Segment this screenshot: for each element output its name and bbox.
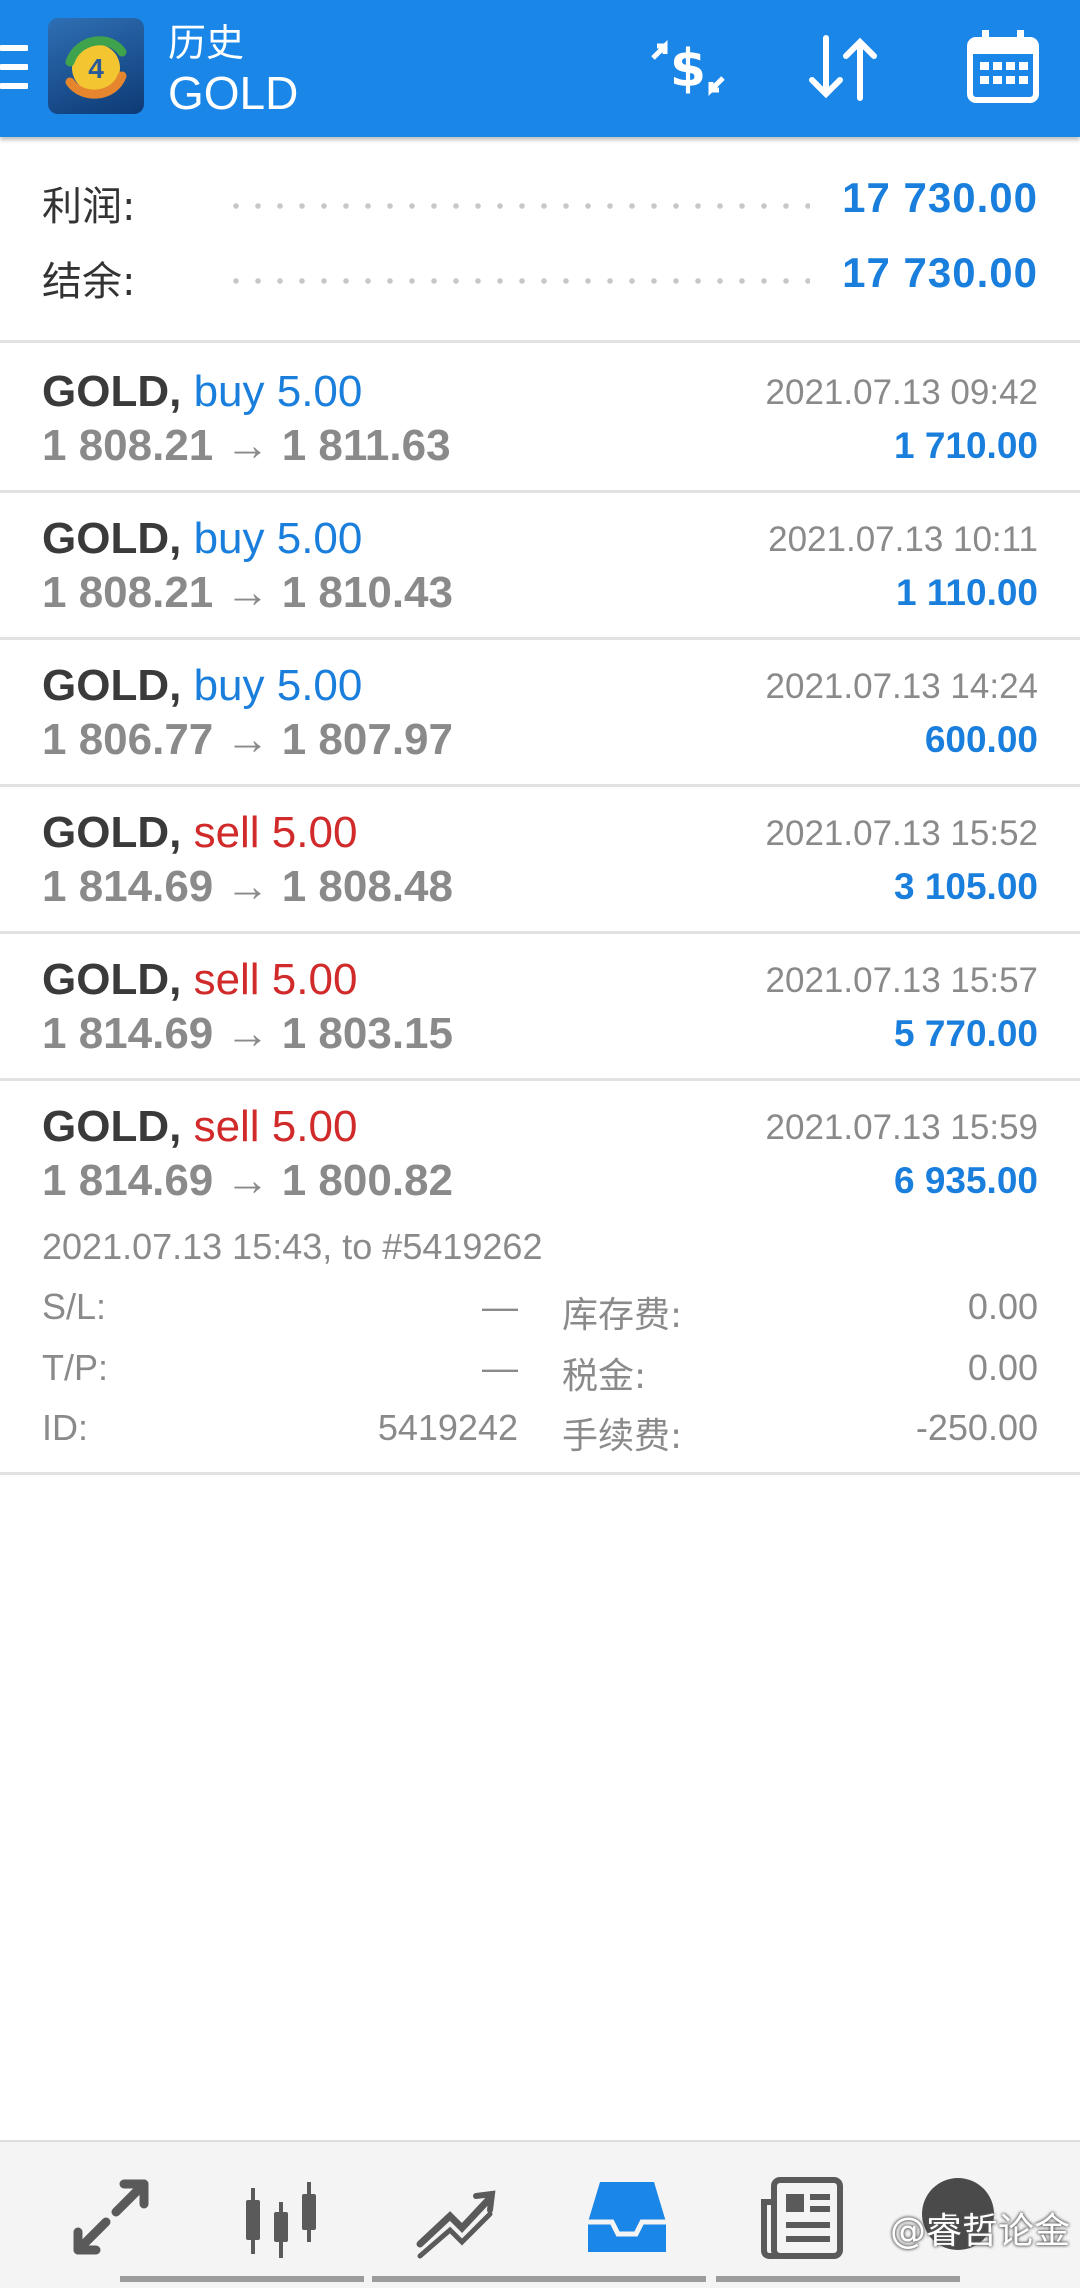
nav-indicator [120, 2276, 364, 2282]
deal-prices: 1 808.21 → 1 811.63 [42, 421, 451, 470]
tax-value: 0.00 [967, 1347, 1038, 1388]
nav-indicator [716, 2276, 960, 2282]
deal-time: 2021.07.13 14:24 [765, 667, 1038, 706]
deal-symbol: GOLD, [42, 955, 182, 1004]
trade-icon[interactable] [410, 2172, 500, 2262]
deal-profit: 5 770.00 [893, 1013, 1038, 1054]
deal-row[interactable]: GOLD, sell 5.00 1 814.69 → 1 803.15 2021… [0, 931, 1080, 1081]
deal-symbol: GOLD, [42, 808, 182, 857]
chart-icon[interactable] [236, 2172, 326, 2262]
deal-symbol: GOLD, [42, 1102, 182, 1151]
calendar-icon[interactable] [962, 28, 1048, 108]
deal-profit: 600.00 [924, 719, 1038, 760]
svg-text:$: $ [670, 39, 706, 99]
bottom-navigation: @睿哲论金 [0, 2140, 1080, 2288]
deal-row[interactable]: GOLD, buy 5.00 1 808.21 → 1 810.43 2021.… [0, 490, 1080, 640]
nav-indicator [372, 2276, 706, 2282]
quotes-icon[interactable] [66, 2172, 156, 2262]
deal-row[interactable]: GOLD, sell 5.00 1 814.69 → 1 808.48 2021… [0, 784, 1080, 934]
sl-label: S/L: [42, 1286, 107, 1327]
fee-value: -250.00 [915, 1407, 1038, 1448]
deal-row-expanded[interactable]: GOLD, sell 5.00 1 814.69 → 1 800.82 2021… [0, 1078, 1080, 1475]
detail-row-tp-tax: T/P: — 税金: 0.00 [0, 1341, 1080, 1401]
sl-value: — [482, 1286, 518, 1327]
deal-time: 2021.07.13 15:52 [765, 814, 1038, 853]
deal-time: 2021.07.13 10:11 [768, 520, 1038, 559]
swap-label: 库存费: [562, 1295, 683, 1336]
deal-type: sell 5.00 [193, 955, 358, 1004]
deal-type: buy 5.00 [193, 367, 363, 416]
deal-profit: 6 935.00 [893, 1160, 1038, 1201]
tax-label: 税金: [562, 1356, 647, 1397]
dotted-leader [225, 278, 810, 284]
deal-profit: 1 110.00 [896, 572, 1038, 613]
symbol-subtitle: GOLD [168, 67, 299, 119]
menu-icon[interactable] [0, 45, 28, 89]
deal-row[interactable]: GOLD, buy 5.00 1 808.21 → 1 811.63 2021.… [0, 343, 1080, 493]
fee-label: 手续费: [562, 1416, 683, 1457]
deal-symbol: GOLD, [42, 514, 182, 563]
metatrader-logo-icon: 4 [48, 18, 144, 114]
deal-type: buy 5.00 [193, 661, 363, 710]
svg-text:4: 4 [88, 53, 104, 84]
sort-icon[interactable] [802, 28, 888, 108]
watermark: @睿哲论金 [889, 2211, 1070, 2252]
detail-row-id-fee: ID: 5419242 手续费: -250.00 [0, 1401, 1080, 1461]
deal-prices: 1 814.69 → 1 808.48 [42, 862, 453, 911]
deal-open-info: 2021.07.13 15:43, to #5419262 [42, 1226, 543, 1267]
profit-value: 17 730.00 [842, 174, 1038, 221]
dotted-leader [225, 203, 810, 209]
deal-prices: 1 808.21 → 1 810.43 [42, 568, 453, 617]
deal-time: 2021.07.13 09:42 [765, 373, 1038, 412]
deal-time: 2021.07.13 15:59 [765, 1108, 1038, 1147]
currency-exchange-icon[interactable]: $ [645, 28, 731, 108]
deal-prices: 1 814.69 → 1 800.82 [42, 1156, 453, 1205]
deal-prices: 1 814.69 → 1 803.15 [42, 1009, 453, 1058]
balance-row: 结余: 17 730.00 [0, 235, 1080, 310]
deal-type: buy 5.00 [193, 514, 363, 563]
deal-time: 2021.07.13 15:57 [765, 961, 1038, 1000]
page-title: 历史 [168, 21, 245, 65]
swap-value: 0.00 [967, 1286, 1038, 1327]
deal-symbol: GOLD, [42, 661, 182, 710]
deal-profit: 1 710.00 [893, 425, 1038, 466]
profit-label: 利润: [42, 184, 136, 230]
history-summary: 利润: 17 730.00 结余: 17 730.00 [0, 160, 1080, 310]
balance-value: 17 730.00 [842, 249, 1038, 296]
deal-type: sell 5.00 [193, 808, 358, 857]
deal-symbol: GOLD, [42, 367, 182, 416]
balance-label: 结余: [42, 259, 136, 305]
app-bar: 4 历史 GOLD $ [0, 0, 1080, 137]
detail-row-sl-swap: S/L: — 库存费: 0.00 [0, 1280, 1080, 1340]
tp-value: — [482, 1347, 518, 1388]
profit-row: 利润: 17 730.00 [0, 160, 1080, 235]
deal-type: sell 5.00 [193, 1102, 358, 1151]
id-value: 5419242 [377, 1407, 518, 1448]
deal-profit: 3 105.00 [893, 866, 1038, 907]
deal-prices: 1 806.77 → 1 807.97 [42, 715, 453, 764]
tp-label: T/P: [42, 1347, 109, 1388]
history-icon[interactable] [582, 2172, 672, 2262]
news-icon[interactable] [758, 2172, 848, 2262]
deal-row[interactable]: GOLD, buy 5.00 1 806.77 → 1 807.97 2021.… [0, 637, 1080, 787]
id-label: ID: [42, 1407, 89, 1448]
